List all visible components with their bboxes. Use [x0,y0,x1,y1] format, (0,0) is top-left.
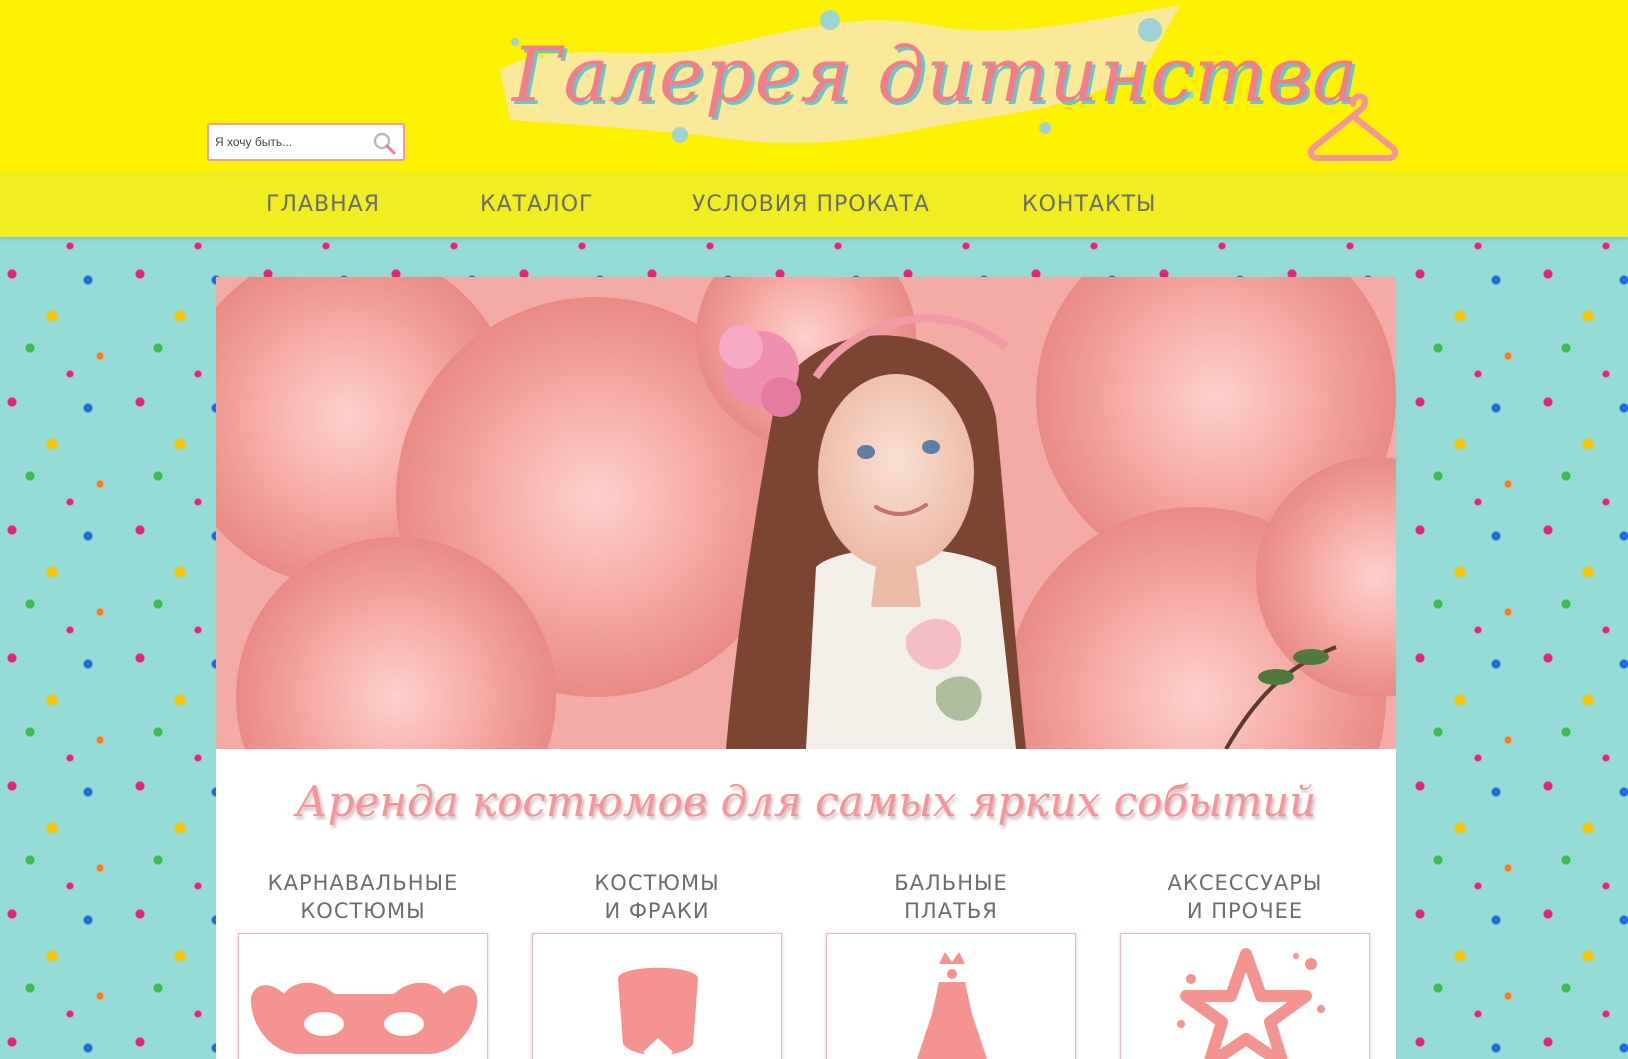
category-accessories[interactable]: АКСЕССУАРЫ И ПРОЧЕЕ [1120,869,1370,1059]
site-header: Галерея дитинства [0,0,1628,172]
tuxedo-icon [618,967,698,1059]
category-ball-dresses[interactable]: БАЛЬНЫЕ ПЛАТЬЯ [826,869,1076,1059]
category-carnival[interactable]: КАРНАВАЛЬНЫЕ КОСТЮМЫ [238,869,488,1059]
category-title[interactable]: АКСЕССУАРЫ И ПРОЧЕЕ [1120,869,1370,925]
category-title[interactable]: КОСТЮМЫ И ФРАКИ [532,869,782,925]
search-icon[interactable] [371,130,397,156]
hanger-icon[interactable] [1305,86,1401,166]
category-card[interactable] [532,933,782,1059]
hero-banner[interactable] [216,277,1396,749]
main-content: Аренда костюмов для самых ярких событий … [216,277,1396,1059]
category-card[interactable] [238,933,488,1059]
logo-text: Галерея дитинства [512,30,1359,119]
hero-photo [216,277,1396,749]
mask-icon [250,982,478,1054]
tagline: Аренда костюмов для самых ярких событий [295,777,1317,826]
category-title[interactable]: КАРНАВАЛЬНЫЕ КОСТЮМЫ [238,869,488,925]
nav-item-contacts[interactable]: КОНТАКТЫ [1022,192,1156,217]
site-logo[interactable]: Галерея дитинства [490,0,1359,170]
category-title[interactable]: БАЛЬНЫЕ ПЛАТЬЯ [826,869,1076,925]
search-input[interactable] [215,129,365,155]
category-card[interactable] [826,933,1076,1059]
category-suits[interactable]: КОСТЮМЫ И ФРАКИ [532,869,782,1059]
nav-item-rental-terms[interactable]: УСЛОВИЯ ПРОКАТА [692,192,930,217]
nav-item-catalog[interactable]: КАТАЛОГ [480,192,593,217]
star-icon [1177,948,1325,1059]
category-card[interactable] [1120,933,1370,1059]
main-nav: ГЛАВНАЯ КАТАЛОГ УСЛОВИЯ ПРОКАТА КОНТАКТЫ [0,172,1628,237]
nav-item-home[interactable]: ГЛАВНАЯ [266,192,380,217]
ball-dress-icon [917,952,987,1059]
search-box [207,123,405,161]
